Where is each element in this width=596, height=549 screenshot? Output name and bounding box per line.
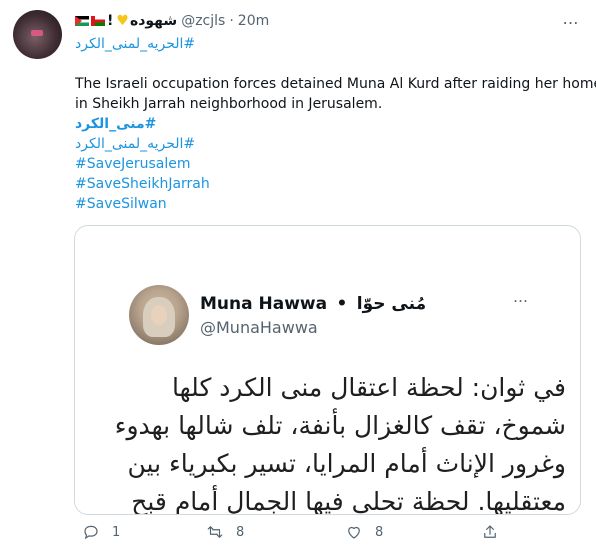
retweet-count: 8: [236, 524, 245, 540]
share-icon: [484, 525, 496, 538]
hashtag-link[interactable]: #منى_الكرد: [75, 114, 156, 134]
reply-icon: [84, 525, 98, 540]
hashtag-link[interactable]: #SaveJerusalem: [75, 154, 190, 174]
share-button[interactable]: [481, 523, 511, 541]
name-hashtag[interactable]: #الحريه_لمنى_الكرد: [75, 34, 195, 54]
embedded-name: Muna Hawwa: [200, 294, 328, 314]
display-name[interactable]: شهوده: [130, 13, 177, 29]
palestine-flag-icon: [75, 16, 89, 26]
embedded-more-icon: …: [513, 288, 528, 306]
hashtag-link[interactable]: #SaveSheikhJarrah: [75, 174, 210, 194]
user-handle[interactable]: @zcjls: [181, 13, 225, 29]
oman-flag-icon: [91, 16, 105, 26]
like-button[interactable]: 8: [345, 523, 383, 541]
tweet-text-line-2: in Sheikh Jarrah neighborhood in Jerusal…: [75, 96, 383, 112]
reply-button[interactable]: 1: [82, 523, 120, 541]
retweet-button[interactable]: 8: [206, 523, 244, 541]
tweet-actions: 1 8 8: [0, 523, 596, 543]
yellow-heart-icon: ♥: [116, 13, 129, 29]
retweet-icon: [207, 526, 223, 538]
hashtag-link[interactable]: #SaveSilwan: [75, 194, 167, 214]
embedded-handle: @MunaHawwa: [200, 318, 318, 337]
reply-count: 1: [112, 524, 121, 540]
user-avatar[interactable]: [13, 10, 62, 59]
exclamation-mark: !: [107, 13, 114, 29]
embedded-arabic-name: مُنى حوّا: [356, 294, 427, 314]
hashtag-link[interactable]: #الحريه_لمنى_الكرد: [75, 134, 195, 154]
tweet-header: ! ♥ شهوده @zcjls · 20m: [75, 11, 269, 31]
embedded-header: Muna Hawwa • مُنى حوّا: [200, 294, 426, 314]
embedded-avatar: [129, 285, 189, 345]
embedded-tweet-image[interactable]: Muna Hawwa • مُنى حوّا @MunaHawwa … في ث…: [74, 225, 581, 515]
embedded-body-text: في ثوان: لحظة اعتقال منى الكرد كلها شموخ…: [114, 373, 566, 515]
tweet-text-line-1: The Israeli occupation forces detained M…: [75, 76, 596, 92]
tweet-time[interactable]: 20m: [238, 13, 269, 29]
more-options-icon[interactable]: …: [560, 11, 580, 32]
heart-icon: [348, 526, 360, 539]
embedded-dot: •: [336, 294, 348, 314]
separator-dot: ·: [229, 13, 234, 29]
like-count: 8: [375, 524, 384, 540]
